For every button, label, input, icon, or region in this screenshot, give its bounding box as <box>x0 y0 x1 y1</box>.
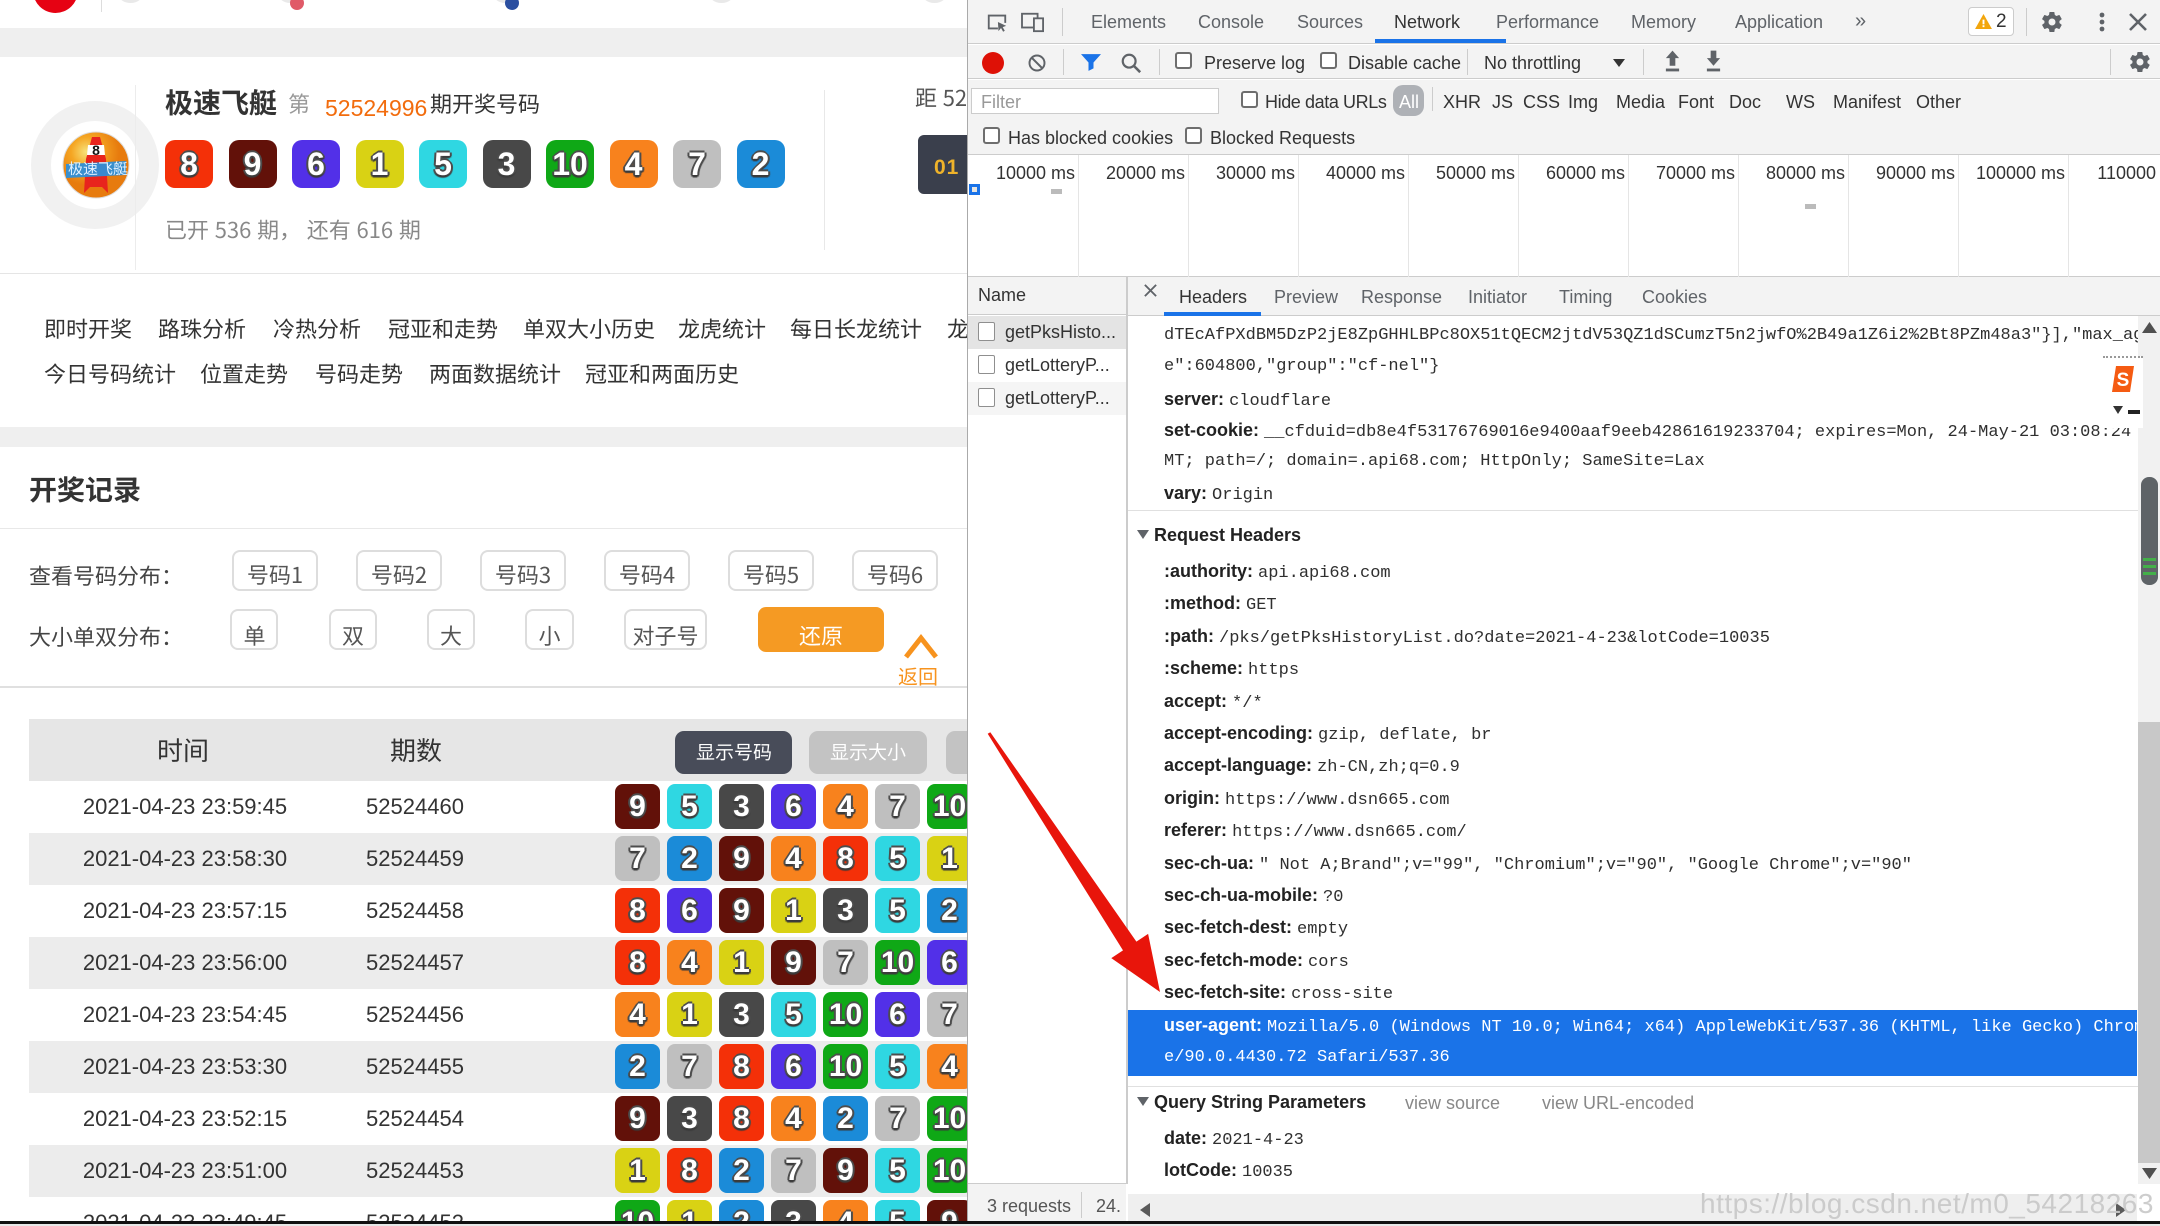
svg-text:S: S <box>2117 370 2130 391</box>
svg-text:8: 8 <box>92 142 100 158</box>
